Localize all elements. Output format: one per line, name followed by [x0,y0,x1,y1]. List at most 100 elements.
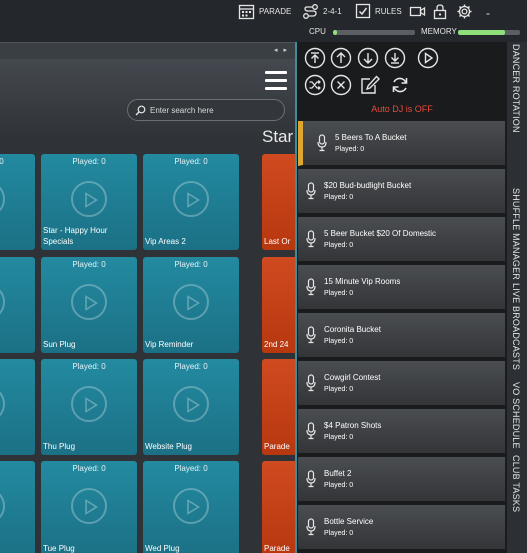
move-to-bottom-icon[interactable] [384,47,406,69]
audio-tile[interactable]: Played: 0 Sun Plug [41,257,137,353]
play-icon[interactable] [71,386,107,422]
top-bar: PARADE 2-4-1 RULES - CPU MEMORY [0,0,527,42]
play-icon[interactable] [71,488,107,524]
remove-icon[interactable] [330,74,352,96]
tab-live-broadcasts[interactable]: LIVE BROADCASTS [511,283,521,370]
edit-icon[interactable] [359,74,381,96]
parade-label: PARADE [259,7,292,16]
audio-tile[interactable]: Played: 0 Star - Happy Hour Specials [41,154,137,250]
play-icon[interactable] [173,488,209,524]
play-icon[interactable] [173,386,209,422]
play-icon[interactable] [71,284,107,320]
playlist-panel: Auto DJ is OFF 5 Beers To A Bucket Played… [295,42,507,553]
audio-tile[interactable]: Parade [262,359,295,455]
playlist-item-played: Played: 0 [324,194,354,201]
tab-shuffle-manager[interactable]: SHUFFLE MANAGER [511,188,521,280]
playlist-item-played: Played: 0 [324,386,354,393]
tile-played-count: Played: 0 [72,362,106,371]
audio-tile[interactable]: Played: 0 Vip Areas 2 [143,154,239,250]
main-toolbar: ◂ ▸ [0,42,295,59]
settings-button[interactable] [456,3,473,20]
playlist-item-played: Played: 0 [324,530,354,537]
playlist-item-played: Played: 0 [335,146,365,153]
play-icon[interactable] [0,284,5,320]
search-box[interactable] [127,99,285,121]
play-icon[interactable] [417,47,439,69]
microphone-icon [306,518,316,536]
playlist-item[interactable]: Cowgirl Contest Played: 0 [298,361,505,406]
playlist-item[interactable]: Buffet 2 Played: 0 [298,457,505,502]
playlist-item[interactable]: Coronita Bucket Played: 0 [298,313,505,358]
playlist-item[interactable]: $4 Patron Shots Played: 0 [298,409,505,454]
microphone-icon [306,278,316,296]
tile-name: kah [0,339,33,350]
tile-name: Website Plug [145,442,192,451]
rules-label: RULES [375,6,402,16]
microphone-icon [306,422,316,440]
play-icon[interactable] [173,181,209,217]
playlist-item-title: Coronita Bucket [324,325,381,334]
calendar-icon [238,4,255,20]
audio-tile[interactable]: Played: 0 op 3 [0,154,35,250]
scroll-arrows[interactable]: ◂ ▸ [274,46,289,54]
play-icon[interactable] [71,181,107,217]
playlist-item[interactable]: 5 Beer Bucket $20 Of Domestic Played: 0 [298,217,505,262]
side-tabs: DANCER ROTATION SHUFFLE MANAGER LIVE BRO… [507,42,527,553]
playlist-item-title: Buffet 2 [324,469,352,478]
tile-name: no [0,441,33,452]
refresh-icon[interactable] [389,74,411,96]
tile-name: Parade [264,544,290,553]
audio-tile[interactable]: 2nd 24 [262,257,295,353]
play-icon[interactable] [173,284,209,320]
audio-tile[interactable]: no [0,359,35,455]
video-camera-icon [409,6,426,17]
microphone-icon [306,182,316,200]
playlist-item-played: Played: 0 [324,290,354,297]
audio-tile[interactable]: Played: 0 Website Plug [143,359,239,455]
tab-vo-schedule[interactable]: VO SCHEDULE [511,382,521,449]
search-input[interactable] [150,103,278,118]
playlist-item[interactable]: 5 Beers To A Bucket Played: 0 [298,121,505,166]
lock-button[interactable] [432,3,448,20]
tab-club-tasks[interactable]: CLUB TASKS [511,455,521,512]
playlist-item[interactable]: 15 Minute Vip Rooms Played: 0 [298,265,505,310]
audio-tile[interactable]: Played: 0 Vip Reminder [143,257,239,353]
audio-tile[interactable]: Played: 0 Tue Plug [41,461,137,553]
audio-tile[interactable] [0,461,35,553]
main-header [0,59,295,139]
memory-meter-fill [458,30,505,35]
audio-tile[interactable]: Last Or [262,154,295,250]
move-to-top-icon[interactable] [304,47,326,69]
cpu-label: CPU [309,27,326,36]
stage-button[interactable]: 2-4-1 [302,3,342,20]
tile-name: 2nd 24 [264,340,289,349]
section-label: Star [262,127,294,146]
play-icon[interactable] [0,181,5,217]
lock-icon [433,4,447,20]
move-down-icon[interactable] [357,47,379,69]
shuffle-icon[interactable] [304,74,326,96]
audio-tile[interactable]: kah [0,257,35,353]
minimize-label: - [486,6,490,20]
audio-tile[interactable]: Played: 0 Wed Plug [143,461,239,553]
audio-tile[interactable]: Played: 0 Thu Plug [41,359,137,455]
microphone-icon [306,470,316,488]
tile-name: Vip Reminder [145,340,194,349]
menu-icon[interactable] [265,71,287,91]
play-icon[interactable] [0,386,5,422]
tile-played-count: Played: 0 [174,464,208,473]
parade-button[interactable]: PARADE [238,3,291,20]
stage-label: 2-4-1 [323,7,342,16]
playlist-item[interactable]: $20 Bud-budlight Bucket Played: 0 [298,169,505,214]
tab-dancer-rotation[interactable]: DANCER ROTATION [511,44,521,133]
minimize-button[interactable]: - [486,6,490,20]
audio-tile[interactable]: Parade [262,461,295,553]
playlist-item[interactable]: Bottle Service Played: 0 [298,505,505,550]
tile-played-count: Played: 0 [72,464,106,473]
camera-button[interactable] [409,3,426,20]
rules-button[interactable]: RULES [355,3,402,19]
tile-played-count: Played: 0 [72,260,106,269]
play-icon[interactable] [0,488,5,524]
playlist-item-title: 5 Beer Bucket $20 Of Domestic [324,229,437,238]
move-up-icon[interactable] [330,47,352,69]
